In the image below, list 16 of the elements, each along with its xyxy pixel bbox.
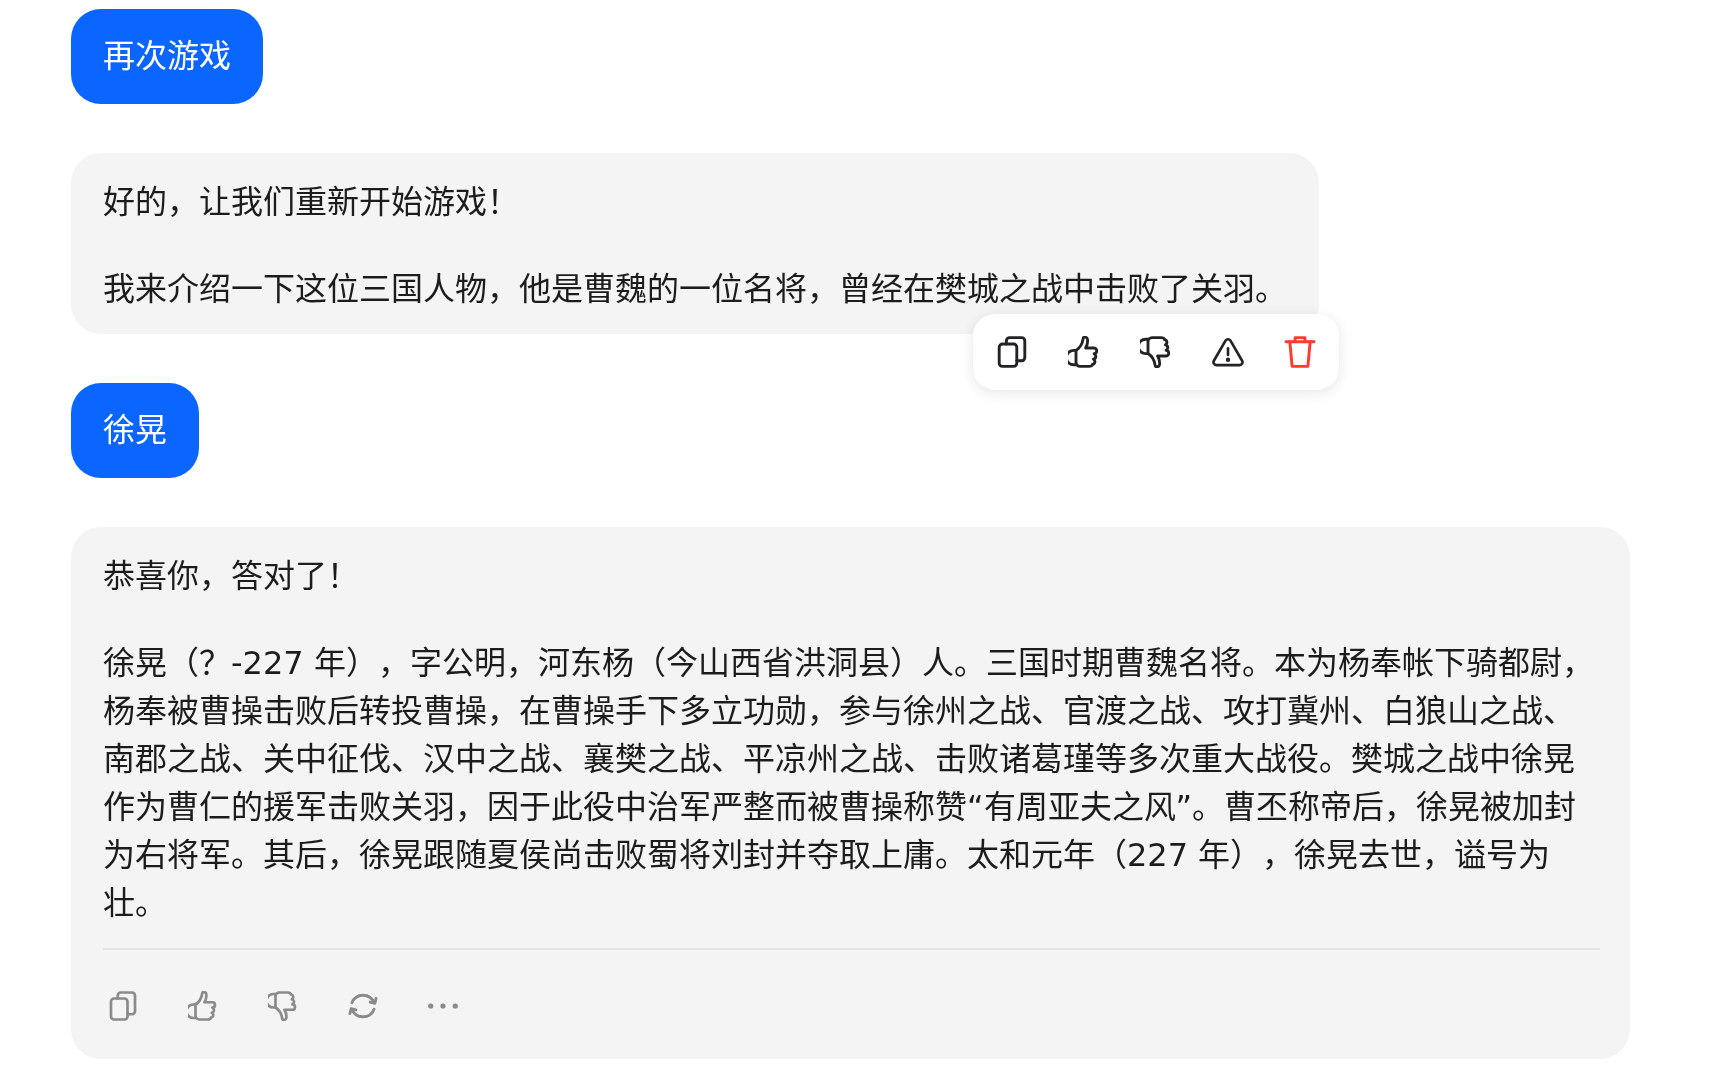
thumbs-down-icon	[268, 991, 298, 1021]
message-text: 好的，让我们重新开始游戏！	[103, 182, 520, 223]
trash-icon	[1284, 336, 1316, 368]
thumbs-down-icon	[1140, 336, 1172, 368]
user-message: 再次游戏	[71, 9, 263, 104]
thumbs-up-icon	[1068, 336, 1100, 368]
refresh-icon	[348, 991, 378, 1021]
thumbs-up-icon	[188, 991, 218, 1021]
copy-icon	[108, 991, 138, 1021]
message-text: 我来介绍一下这位三国人物，他是曹魏的一位名将，曾经在樊城之战中击败了关羽。	[103, 269, 1287, 310]
message-text: 徐晃（？-227 年），字公明，河东杨（今山西省洪洞县）人。三国时期曹魏名将。本为杨奉帐下骑都尉，杨奉被曹操击败后转投曹操，在曹操手下多立功勋，参与徐州之战、官渡之战、攻打冀州、白狼山之战、南郡之战、关中征伐、汉中之战、襄樊之战、平凉州之战、击败诸葛瑾等多次重大战役。樊城之战中徐晃作为曹仁的援军击败关羽，因于此役中治军严整而被曹操称赞“有周亚夫之风”。曹丕称帝后，徐晃被加封为右将军。其后，徐晃跟随夏侯尚击败蜀将刘封并夺取上庸。太和元年（227 年），徐晃去世，谥号为壮。	[103, 643, 1595, 924]
copy-icon	[996, 336, 1028, 368]
warning-icon	[1212, 336, 1244, 368]
more-icon	[428, 1003, 458, 1009]
user-message: 徐晃	[71, 383, 199, 478]
message-text: 恭喜你，答对了！	[103, 556, 360, 597]
